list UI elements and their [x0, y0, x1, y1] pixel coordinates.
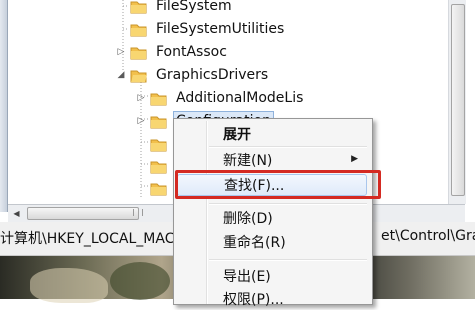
tree-expander[interactable]: [116, 24, 126, 34]
chevron-right-icon: ▶: [351, 154, 358, 164]
vertical-scrollbar[interactable]: [448, 0, 466, 204]
folder-icon: [130, 45, 147, 60]
tree-item-graphicsdrivers[interactable]: ◢ GraphicsDrivers: [116, 64, 271, 86]
tree-item-label: GraphicsDrivers: [156, 67, 269, 83]
desktop-background-detail: [30, 268, 108, 303]
folder-icon: [150, 181, 167, 196]
menu-item-rename[interactable]: 重命名(R): [177, 231, 367, 253]
folder-icon: [150, 159, 167, 174]
menu-item-new[interactable]: 新建(N) ▶: [177, 149, 367, 171]
collapse-arrow-icon[interactable]: ◢: [116, 70, 126, 80]
tree-item-label: FileSystem: [156, 0, 232, 14]
menu-item-label: 权限(P)...: [223, 292, 284, 308]
vertical-scroll-thumb[interactable]: [451, 4, 465, 196]
menu-item-delete[interactable]: 删除(D): [177, 207, 367, 229]
expand-arrow-icon[interactable]: ▷: [136, 93, 146, 103]
tree-item-filesystem[interactable]: FileSystem: [116, 0, 235, 17]
scroll-left-arrow-icon[interactable]: ◀: [9, 206, 24, 221]
menu-separator: [209, 146, 367, 148]
tree-item-additionalmodelists[interactable]: ▷ AdditionalModeLis: [136, 87, 306, 109]
desktop-background-detail: [110, 262, 170, 300]
highlight-annotation-box: [175, 170, 381, 199]
menu-item-label: 展开: [223, 127, 251, 143]
expand-arrow-icon[interactable]: ▷: [136, 116, 146, 126]
folder-icon: [150, 114, 167, 129]
folder-icon: [130, 22, 147, 37]
context-menu: 展开 新建(N) ▶ 查找(F)... 删除(D) 重命名(R) 导出(E) 权…: [173, 118, 373, 308]
menu-item-label: 删除(D): [223, 211, 273, 227]
horizontal-scroll-thumb[interactable]: [27, 207, 139, 220]
folder-icon: [150, 137, 167, 152]
menu-item-label: 导出(E): [223, 269, 271, 285]
scroll-grip-icon: [133, 209, 143, 216]
folder-icon: [130, 0, 147, 14]
status-path-left: 计算机\HKEY_LOCAL_MACHI: [0, 231, 190, 247]
tree-item-fontassoc[interactable]: ▷ FontAssoc: [116, 41, 230, 63]
menu-item-permissions[interactable]: 权限(P)...: [177, 288, 367, 310]
tree-item-label: FontAssoc: [156, 44, 227, 60]
tree-item-filesystemutilities[interactable]: FileSystemUtilities: [116, 18, 287, 40]
folder-icon: [150, 91, 167, 106]
window-left-border: [0, 0, 8, 212]
tree-expander[interactable]: [116, 1, 126, 11]
menu-item-label: 重命名(R): [223, 235, 286, 251]
status-path-right: et\Control\Grap: [381, 228, 475, 244]
menu-item-label: 新建(N): [223, 153, 273, 169]
menu-item-export[interactable]: 导出(E): [177, 265, 367, 287]
expand-arrow-icon[interactable]: ▷: [116, 47, 126, 57]
tree-item-label: AdditionalModeLis: [176, 90, 304, 106]
tree-item-label: FileSystemUtilities: [156, 21, 285, 37]
menu-separator: [209, 203, 367, 205]
menu-separator: [209, 259, 367, 261]
folder-open-icon: [130, 68, 147, 83]
menu-item-expand[interactable]: 展开: [177, 123, 367, 145]
